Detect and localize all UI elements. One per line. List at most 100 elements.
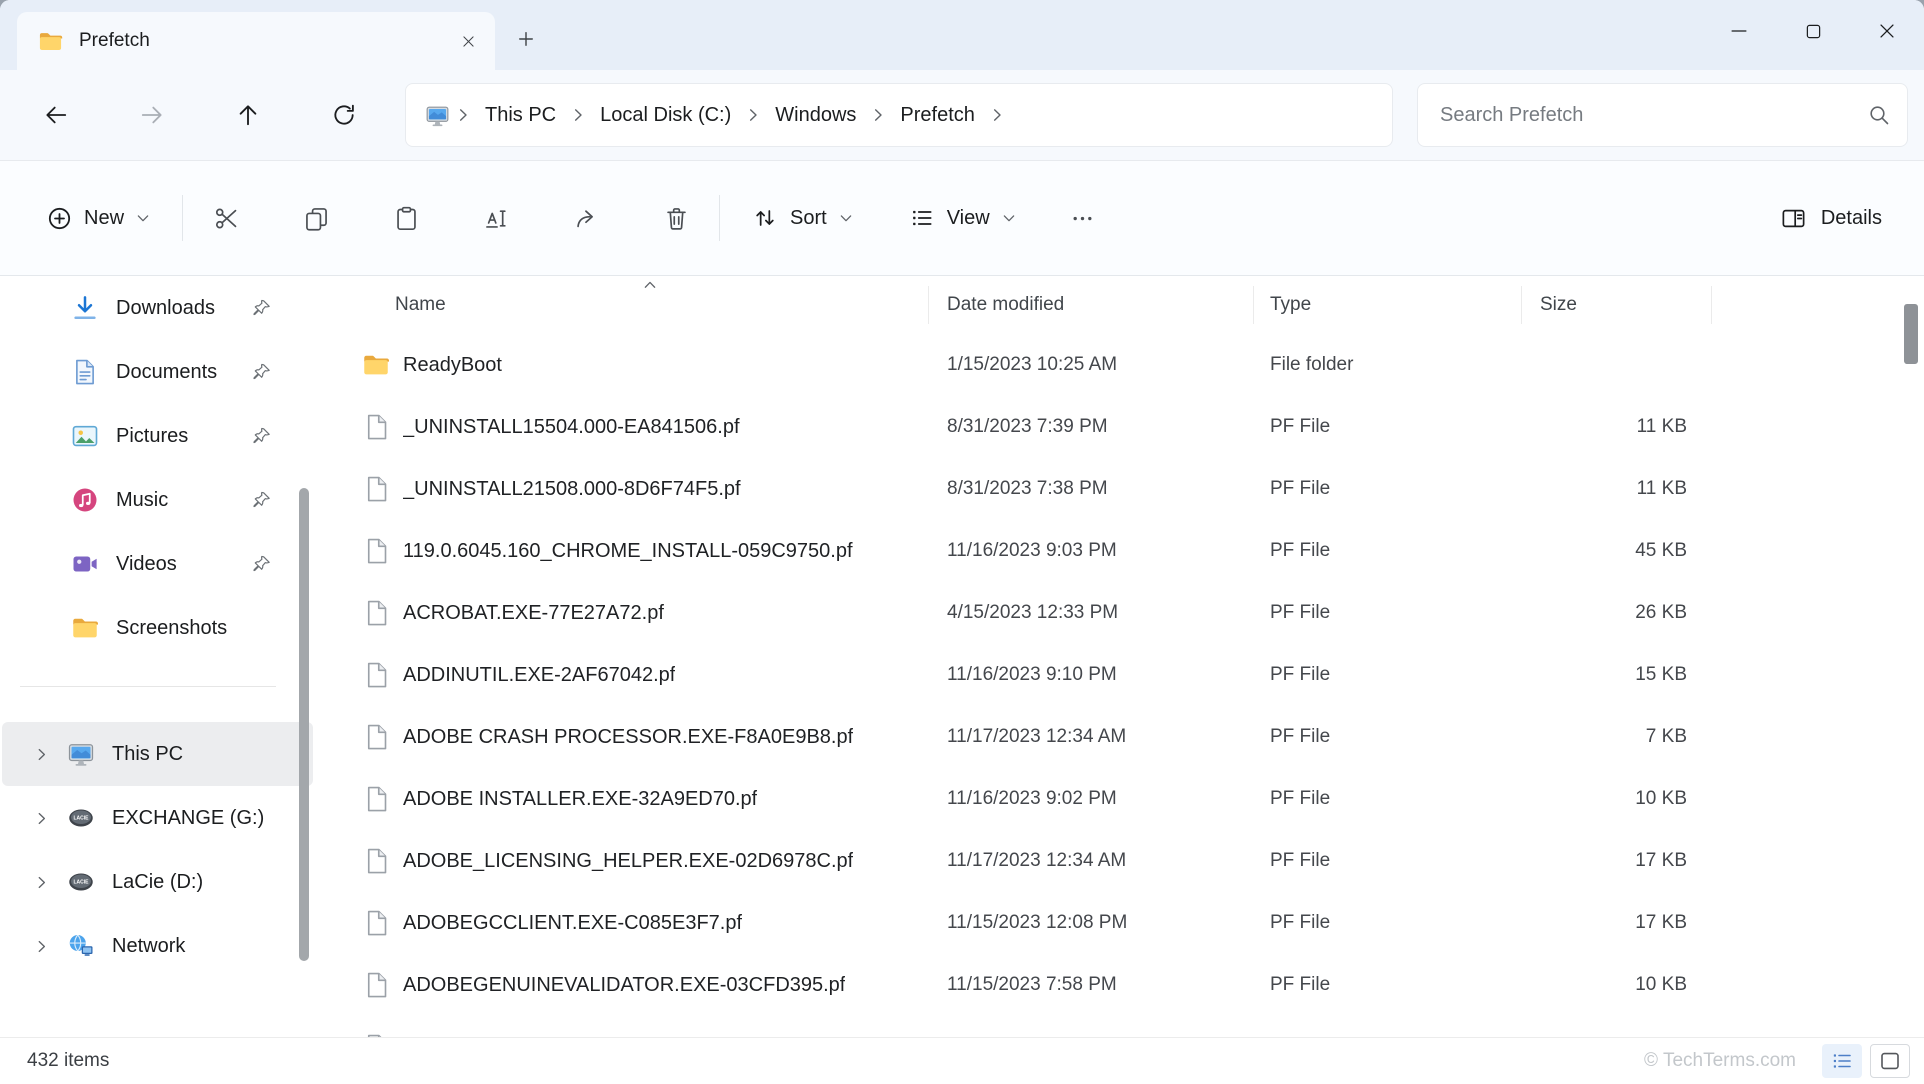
chevron-right-icon[interactable] [28,869,54,895]
chevron-right-icon[interactable] [28,741,54,767]
table-row[interactable]: ReadyBoot 1/15/2023 10:25 AM File folder [319,334,1924,396]
sidebar-item-screenshots[interactable]: Screenshots [2,596,313,660]
file-name-cell[interactable]: ADOBEGCCLIENT.EXE-C085E3F7.pf [319,908,929,938]
file-name: ADOBE_LICENSING_HELPER.EXE-02D6978C.pf [403,850,853,873]
up-button[interactable] [220,87,276,143]
tab-close-icon[interactable] [451,24,485,58]
table-row[interactable]: _UNINSTALL15504.000-EA841506.pf 8/31/202… [319,396,1924,458]
table-row[interactable]: _UNINSTALL21508.000-8D6F74F5.pf 8/31/202… [319,458,1924,520]
navigation-pane: Downloads Documents Pictures Music Video [0,276,319,1037]
search-icon[interactable] [1867,103,1891,127]
sort-button[interactable]: Sort [736,191,869,245]
file-type: PF File [1254,850,1522,872]
file-name: _UNINSTALL15504.000-EA841506.pf [403,416,740,439]
large-icons-view-toggle[interactable] [1870,1044,1910,1078]
breadcrumb-local-disk[interactable]: Local Disk (C:) [588,96,743,135]
file-name-cell[interactable]: _UNINSTALL21508.000-8D6F74F5.pf [319,474,929,504]
forward-button[interactable] [124,87,180,143]
paste-button[interactable] [379,191,433,245]
table-row[interactable]: 119.0.6045.160_CHROME_INSTALL-059C9750.p… [319,520,1924,582]
scrollbar-thumb[interactable] [1904,304,1918,364]
file-name-cell[interactable]: _UNINSTALL15504.000-EA841506.pf [319,412,929,442]
breadcrumb-windows[interactable]: Windows [763,96,868,135]
new-tab-button[interactable] [507,20,545,58]
file-size: 26 KB [1522,602,1712,624]
file-name-cell[interactable]: ADOBE CRASH PROCESSOR.EXE-F8A0E9B8.pf [319,722,929,752]
pin-icon [251,489,273,511]
file-list-pane: Name Date modified Type Size ReadyBoot 1… [319,276,1924,1037]
sidebar-item-label: LaCie (D:) [112,871,303,894]
column-header-size[interactable]: Size [1522,286,1712,324]
more-options-button[interactable] [1056,191,1110,245]
new-button[interactable]: New [30,191,166,245]
view-button[interactable]: View [893,191,1032,245]
table-row[interactable]: ADDINUTIL.EXE-2AF67042.pf 11/16/2023 9:1… [319,644,1924,706]
table-row[interactable]: ADOBEGENUINEVALIDATOR.EXE-03CFD395.pf 11… [319,954,1924,1016]
breadcrumb-prefetch[interactable]: Prefetch [888,96,986,135]
sort-icon [750,203,780,233]
sidebar-item-downloads[interactable]: Downloads [2,276,313,340]
back-button[interactable] [28,87,84,143]
sidebar-item-videos[interactable]: Videos [2,532,313,596]
file-icon [361,970,391,1000]
table-row[interactable]: ADOBE INSTALLER.EXE-32A9ED70.pf 11/16/20… [319,768,1924,830]
network-icon [66,931,96,961]
file-date-modified: 11/16/2023 9:10 PM [929,664,1254,686]
table-row[interactable]: ADOBE CRASH PROCESSOR.EXE-F8A0E9B8.pf 11… [319,706,1924,768]
maximize-button[interactable] [1776,0,1850,62]
column-header-type[interactable]: Type [1254,286,1522,324]
this-pc-monitor-icon [66,739,96,769]
delete-button[interactable] [649,191,703,245]
column-header-date-modified[interactable]: Date modified [929,286,1254,324]
close-button[interactable] [1850,0,1924,62]
share-button[interactable] [559,191,613,245]
sidebar-item-label: Documents [116,361,251,384]
table-row[interactable]: ADOBEGCCLIENT.EXE-C085E3F7.pf 11/15/2023… [319,892,1924,954]
sidebar-item-music[interactable]: Music [2,468,313,532]
search-input[interactable] [1438,103,1867,128]
file-type: PF File [1254,788,1522,810]
file-name-cell[interactable]: ADOBEGENUINEVALIDATOR.EXE-03CFD395.pf [319,970,929,1000]
sidebar-scrollbar-thumb[interactable] [299,488,309,961]
column-header-name[interactable]: Name [319,286,929,324]
file-type: PF File [1254,664,1522,686]
vertical-scrollbar[interactable] [1903,276,1919,1037]
cut-button[interactable] [199,191,253,245]
column-headers: Name Date modified Type Size [319,276,1924,334]
sidebar-item-lacie-drive[interactable]: LaCie (D:) [2,850,313,914]
breadcrumb-this-pc[interactable]: This PC [473,96,568,135]
file-name-cell[interactable]: ReadyBoot [319,350,929,380]
search-box[interactable] [1417,83,1908,147]
sidebar-item-documents[interactable]: Documents [2,340,313,404]
details-pane-button[interactable]: Details [1763,191,1898,245]
file-size: 15 KB [1522,664,1712,686]
file-list-viewport: ReadyBoot 1/15/2023 10:25 AM File folder… [319,334,1924,1037]
minimize-button[interactable] [1702,0,1776,62]
table-row[interactable]: ADOBE_LICENSING_HELPER.EXE-02D6978C.pf 1… [319,830,1924,892]
sidebar-item-this-pc[interactable]: This PC [2,722,313,786]
refresh-button[interactable] [316,87,372,143]
table-row-partial [319,1016,1924,1037]
sidebar-item-pictures[interactable]: Pictures [2,404,313,468]
copy-button[interactable] [289,191,343,245]
file-name-cell[interactable]: ACROBAT.EXE-77E27A72.pf [319,598,929,628]
file-name-cell[interactable]: ADOBE INSTALLER.EXE-32A9ED70.pf [319,784,929,814]
file-explorer-window: Prefetch This PC Local Disk (C:) Windows… [0,0,1924,1084]
toolbar-divider [182,195,183,241]
details-view-toggle[interactable] [1822,1044,1862,1078]
breadcrumb[interactable]: This PC Local Disk (C:) Windows Prefetch [405,83,1393,147]
file-name-cell[interactable]: 119.0.6045.160_CHROME_INSTALL-059C9750.p… [319,536,929,566]
watermark: © TechTerms.com [1644,1050,1796,1072]
file-name: ADDINUTIL.EXE-2AF67042.pf [403,664,675,687]
file-name-cell[interactable]: ADOBE_LICENSING_HELPER.EXE-02D6978C.pf [319,846,929,876]
chevron-down-icon [134,209,152,227]
chevron-right-icon[interactable] [28,805,54,831]
sidebar-item-label: Music [116,489,251,512]
sidebar-item-exchange-drive[interactable]: EXCHANGE (G:) [2,786,313,850]
file-name-cell[interactable]: ADDINUTIL.EXE-2AF67042.pf [319,660,929,690]
sidebar-item-network[interactable]: Network [2,914,313,978]
table-row[interactable]: ACROBAT.EXE-77E27A72.pf 4/15/2023 12:33 … [319,582,1924,644]
tab-prefetch[interactable]: Prefetch [17,12,495,70]
rename-button[interactable] [469,191,523,245]
chevron-right-icon[interactable] [28,933,54,959]
